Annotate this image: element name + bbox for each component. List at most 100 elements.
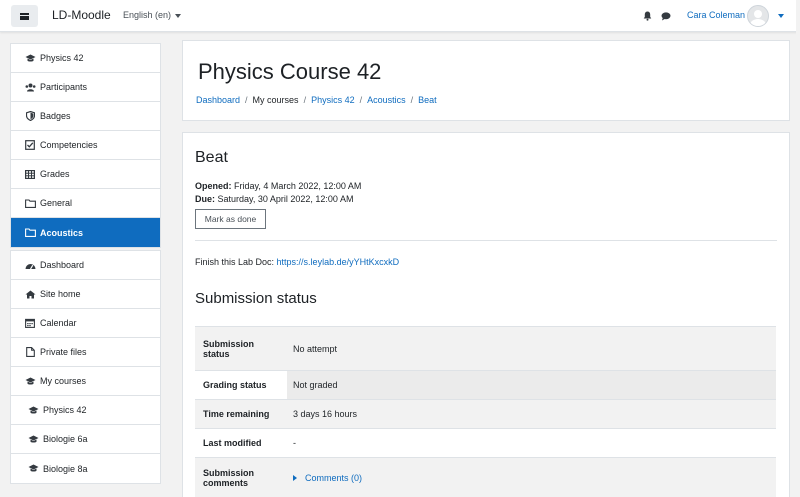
language-label: English (en) [123, 10, 172, 20]
breadcrumb-item: My courses [252, 95, 299, 105]
folder-icon [24, 228, 36, 237]
activity-title: Beat [195, 149, 228, 166]
table-row: Time remaining 3 days 16 hours [195, 399, 776, 429]
site-brand[interactable]: LD-Moodle [52, 8, 111, 22]
sidebar-item-label: Dashboard [40, 260, 85, 270]
sidebar-item-calendar[interactable]: Calendar [11, 309, 160, 338]
submission-status-table: Submission status No attempt Grading sta… [195, 326, 776, 497]
table-row: Grading status Not graded [195, 370, 776, 400]
intro-text: Finish this Lab Doc: [195, 257, 277, 267]
top-navbar: LD-Moodle English (en) Cara Coleman [0, 0, 800, 32]
breadcrumb-item[interactable]: Beat [418, 95, 437, 105]
row-value: - [287, 428, 776, 458]
breadcrumb-separator: / [410, 95, 414, 105]
main-content: Beat Opened: Friday, 4 March 2022, 12:00… [182, 132, 790, 497]
nav-drawer: Physics 42 Participants Badges Competencies… [10, 43, 161, 484]
shield-icon [24, 111, 36, 121]
lab-doc-link[interactable]: https://s.leylab.de/yYHtKxcxkD [277, 257, 400, 267]
comments-link[interactable]: Comments (0) [305, 473, 362, 483]
page-header: Physics Course 42 Dashboard / My courses / P… [182, 40, 790, 121]
sidebar-item-grades[interactable]: Grades [11, 160, 160, 189]
row-value: No attempt [287, 326, 776, 371]
scrollbar[interactable] [796, 0, 800, 497]
comments-toggle[interactable]: Comments (0) [287, 457, 776, 497]
sidebar-item-badges[interactable]: Badges [11, 102, 160, 131]
sidebar-item-biologie-6a[interactable]: Biologie 6a [11, 425, 160, 454]
avatar[interactable] [747, 5, 769, 27]
mark-as-done-button[interactable]: Mark as done [195, 209, 266, 229]
sidebar-item-acoustics[interactable]: Acoustics [11, 218, 160, 247]
activity-intro: Finish this Lab Doc: https://s.leylab.de… [195, 257, 399, 267]
opened-value: Friday, 4 March 2022, 12:00 AM [234, 181, 362, 191]
sidebar-item-general[interactable]: General [11, 189, 160, 218]
page-title: Physics Course 42 [198, 59, 382, 84]
chevron-down-icon [175, 13, 182, 18]
language-menu[interactable]: English (en) [123, 10, 182, 20]
sidebar-item-my-courses[interactable]: My courses [11, 367, 160, 396]
sidebar-item-label: General [40, 198, 73, 208]
sidebar-item-site-home[interactable]: Site home [11, 280, 160, 309]
menu-toggle-button[interactable] [11, 5, 38, 27]
home-icon [24, 290, 36, 299]
breadcrumb-separator: / [245, 95, 248, 105]
sidebar-item-participants[interactable]: Participants [11, 73, 160, 102]
row-value: 3 days 16 hours [287, 399, 776, 429]
table-row: Last modified - [195, 428, 776, 458]
breadcrumb-separator: / [303, 95, 307, 105]
opened-label: Opened: [195, 181, 232, 191]
row-value: Not graded [287, 370, 776, 400]
course-nav-group: Physics 42 Participants Badges Competencies… [10, 43, 161, 248]
file-icon [24, 347, 36, 357]
table-row: Submission comments Comments (0) [195, 457, 776, 497]
graduation-cap-icon [24, 377, 36, 386]
sidebar-item-label: Grades [40, 169, 70, 179]
user-menu-chevron-icon[interactable] [778, 14, 784, 18]
bell-icon[interactable] [643, 11, 652, 21]
sidebar-item-label: Site home [40, 289, 81, 299]
breadcrumb-item[interactable]: Dashboard [196, 95, 240, 105]
sidebar-item-competencies[interactable]: Competencies [11, 131, 160, 160]
expand-arrow-icon [293, 475, 297, 482]
dashboard-icon [24, 261, 36, 270]
due-value: Saturday, 30 April 2022, 12:00 AM [217, 194, 354, 204]
sidebar-item-physics-42[interactable]: Physics 42 [11, 396, 160, 425]
folder-icon [24, 198, 36, 208]
due-label: Due: [195, 194, 215, 204]
graduation-cap-icon [27, 464, 39, 473]
sidebar-item-label: Participants [40, 82, 88, 92]
user-name[interactable]: Cara Coleman [687, 10, 745, 20]
sidebar-item-label: Badges [40, 111, 71, 121]
checkbox-icon [24, 140, 36, 150]
sidebar-item-private-files[interactable]: Private files [11, 338, 160, 367]
sidebar-item-biologie-8a[interactable]: Biologie 8a [11, 454, 160, 483]
row-label: Submission status [195, 326, 287, 371]
sidebar-item-dashboard[interactable]: Dashboard [11, 251, 160, 280]
divider [195, 240, 777, 241]
row-label: Grading status [195, 370, 287, 400]
row-label: Time remaining [195, 399, 287, 429]
activity-dates: Opened: Friday, 4 March 2022, 12:00 AM D… [195, 180, 361, 206]
hamburger-icon [20, 12, 29, 20]
sidebar-item-label: Biologie 6a [43, 434, 88, 444]
site-nav-group: Dashboard Site home Calendar Private files M… [10, 250, 161, 484]
users-icon [24, 83, 36, 92]
breadcrumb-item[interactable]: Physics 42 [311, 95, 355, 105]
sidebar-item-label: Private files [40, 347, 87, 357]
breadcrumb-item[interactable]: Acoustics [367, 95, 406, 105]
sidebar-item-label: Calendar [40, 318, 77, 328]
submission-status-heading: Submission status [195, 290, 317, 307]
table-icon [24, 169, 36, 179]
breadcrumb-separator: / [359, 95, 363, 105]
sidebar-item-label: Physics 42 [40, 53, 84, 63]
messages-icon[interactable] [661, 12, 671, 21]
breadcrumb: Dashboard / My courses / Physics 42 / Acoustic… [196, 95, 437, 105]
sidebar-item-label: Acoustics [40, 227, 84, 238]
sidebar-item-label: Competencies [40, 140, 98, 150]
sidebar-item-label: My courses [40, 376, 87, 386]
row-label: Last modified [195, 428, 287, 458]
graduation-cap-icon [24, 54, 36, 63]
sidebar-item-physics-42[interactable]: Physics 42 [11, 44, 160, 73]
row-label: Submission comments [195, 457, 287, 497]
calendar-icon [24, 318, 36, 328]
sidebar-item-label: Biologie 8a [43, 463, 88, 474]
